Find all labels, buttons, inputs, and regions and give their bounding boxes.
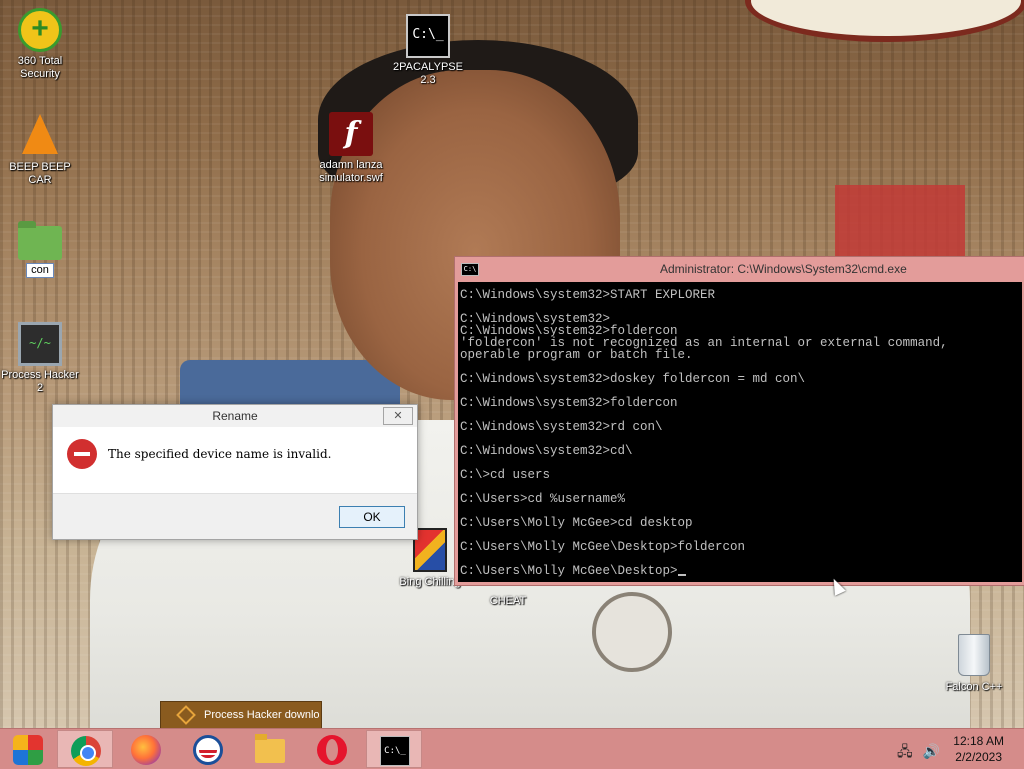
desktop-icon-beep-beep-car[interactable]: BEEP BEEP CAR bbox=[0, 114, 80, 187]
dialog-message: The specified device name is invalid. bbox=[108, 447, 332, 461]
console-line: C:\Users\Molly McGee\Desktop>foldercon bbox=[460, 540, 746, 554]
firefox-icon bbox=[131, 735, 161, 765]
file-explorer-icon bbox=[255, 734, 285, 763]
clock-time: 12:18 AM bbox=[953, 734, 1004, 748]
download-icon bbox=[176, 705, 196, 725]
icon-label: adamn lanza simulator.swf bbox=[319, 159, 383, 184]
desktop-icon-2pacalypse[interactable]: C:\_ 2PACALYPSE 2.3 bbox=[388, 14, 468, 87]
network-icon[interactable]: 🖧 bbox=[897, 743, 913, 759]
rename-field[interactable]: con bbox=[26, 263, 54, 278]
console-line: C:\Users\Molly McGee\Desktop> bbox=[460, 565, 1022, 577]
console-line: C:\Users>cd %username% bbox=[460, 492, 626, 506]
cmd-title-icon: C:\ bbox=[461, 263, 479, 276]
360-security-icon: + bbox=[18, 8, 62, 52]
desktop-icon-con-folder[interactable]: con bbox=[0, 218, 80, 278]
cmd-title: Administrator: C:\Windows\System32\cmd.e… bbox=[660, 262, 907, 276]
text-cursor bbox=[677, 574, 686, 576]
dialog-body: The specified device name is invalid. bbox=[53, 427, 417, 493]
start-icon bbox=[13, 735, 43, 765]
system-tray: 🖧 🔊 bbox=[891, 741, 940, 765]
console-line: C:\Windows\system32>doskey foldercon = m… bbox=[460, 372, 806, 386]
console-line: C:\Users\Molly McGee>cd desktop bbox=[460, 516, 693, 530]
icon-label: Process Hacker 2 bbox=[1, 369, 79, 394]
start-button[interactable] bbox=[0, 730, 56, 768]
cmd-window: C:\ Administrator: C:\Windows\System32\c… bbox=[454, 256, 1024, 586]
desktop: + 360 Total Security C:\_ 2PACALYPSE 2.3… bbox=[0, 0, 1024, 728]
taskbar-obama-app[interactable] bbox=[180, 730, 236, 768]
cmd-icon: C:\_ bbox=[380, 736, 410, 766]
icon-label: CHEAT bbox=[489, 595, 527, 607]
desktop-icon-flash-file[interactable]: f adamn lanza simulator.swf bbox=[311, 112, 391, 185]
close-button[interactable]: ✕ bbox=[383, 407, 413, 425]
error-icon bbox=[67, 439, 97, 469]
desktop-icon-process-hacker[interactable]: ~/~ Process Hacker 2 bbox=[0, 322, 80, 395]
console-line: C:\Windows\system32>rd con\ bbox=[460, 420, 663, 434]
taskbar-opera[interactable] bbox=[304, 730, 360, 768]
taskbar-clock[interactable]: 12:18 AM 2/2/2023 bbox=[953, 733, 1004, 765]
desktop-icon-360-total-security[interactable]: + 360 Total Security bbox=[0, 8, 80, 81]
icon-label: 2PACALYPSE 2.3 bbox=[393, 61, 463, 86]
dialog-footer: OK bbox=[53, 493, 417, 539]
dialog-titlebar[interactable]: Rename ✕ bbox=[53, 405, 417, 427]
taskbar-firefox[interactable] bbox=[118, 730, 174, 768]
opera-icon bbox=[317, 735, 347, 765]
console-line: C:\Windows\system32>cd\ bbox=[460, 444, 633, 458]
taskbar-chrome[interactable] bbox=[57, 730, 113, 768]
desktop-icon-falcon-cpp[interactable]: Falcon C++ bbox=[934, 634, 1014, 694]
icon-label: Falcon C++ bbox=[945, 681, 1003, 693]
console-line: operable program or batch file. bbox=[460, 348, 693, 362]
flash-icon: f bbox=[329, 112, 373, 156]
ok-button[interactable]: OK bbox=[339, 506, 405, 528]
taskbar: C:\_ 🖧 🔊 12:18 AM 2/2/2023 bbox=[0, 728, 1024, 769]
cmd-icon: C:\_ bbox=[406, 14, 450, 58]
taskbar-file-explorer[interactable] bbox=[242, 730, 298, 768]
icon-label: 360 Total Security bbox=[17, 55, 63, 80]
dialog-title: Rename bbox=[212, 409, 258, 423]
chrome-icon bbox=[71, 736, 101, 766]
cmd-console[interactable]: C:\Windows\system32>START EXPLORER C:\Wi… bbox=[458, 282, 1022, 582]
clock-date: 2/2/2023 bbox=[955, 750, 1002, 764]
volume-icon[interactable]: 🔊 bbox=[923, 743, 940, 759]
console-output: C:\Windows\system32>START EXPLORER C:\Wi… bbox=[458, 282, 1022, 578]
close-icon: ✕ bbox=[393, 410, 403, 422]
download-notification[interactable]: Process Hacker downlo bbox=[160, 701, 322, 728]
obama-logo-icon bbox=[193, 735, 223, 765]
icon-label: BEEP BEEP CAR bbox=[9, 161, 71, 186]
console-line: C:\Windows\system32>START EXPLORER bbox=[460, 288, 716, 302]
console-line: C:\>cd users bbox=[460, 468, 551, 482]
vlc-cone-icon bbox=[18, 114, 62, 158]
wallpaper-seal bbox=[592, 592, 672, 672]
recycle-bin-icon bbox=[952, 634, 996, 678]
rename-error-dialog: Rename ✕ The specified device name is in… bbox=[52, 404, 418, 540]
desktop-icon-cheat[interactable]: CHEAT bbox=[468, 592, 548, 608]
cmd-titlebar[interactable]: C:\ Administrator: C:\Windows\System32\c… bbox=[455, 257, 1024, 281]
console-line: C:\Windows\system32>foldercon bbox=[460, 396, 678, 410]
taskbar-cmd[interactable]: C:\_ bbox=[366, 730, 422, 768]
notification-text: Process Hacker downlo bbox=[204, 709, 320, 721]
process-hacker-icon: ~/~ bbox=[18, 322, 62, 366]
folder-icon bbox=[18, 221, 62, 260]
